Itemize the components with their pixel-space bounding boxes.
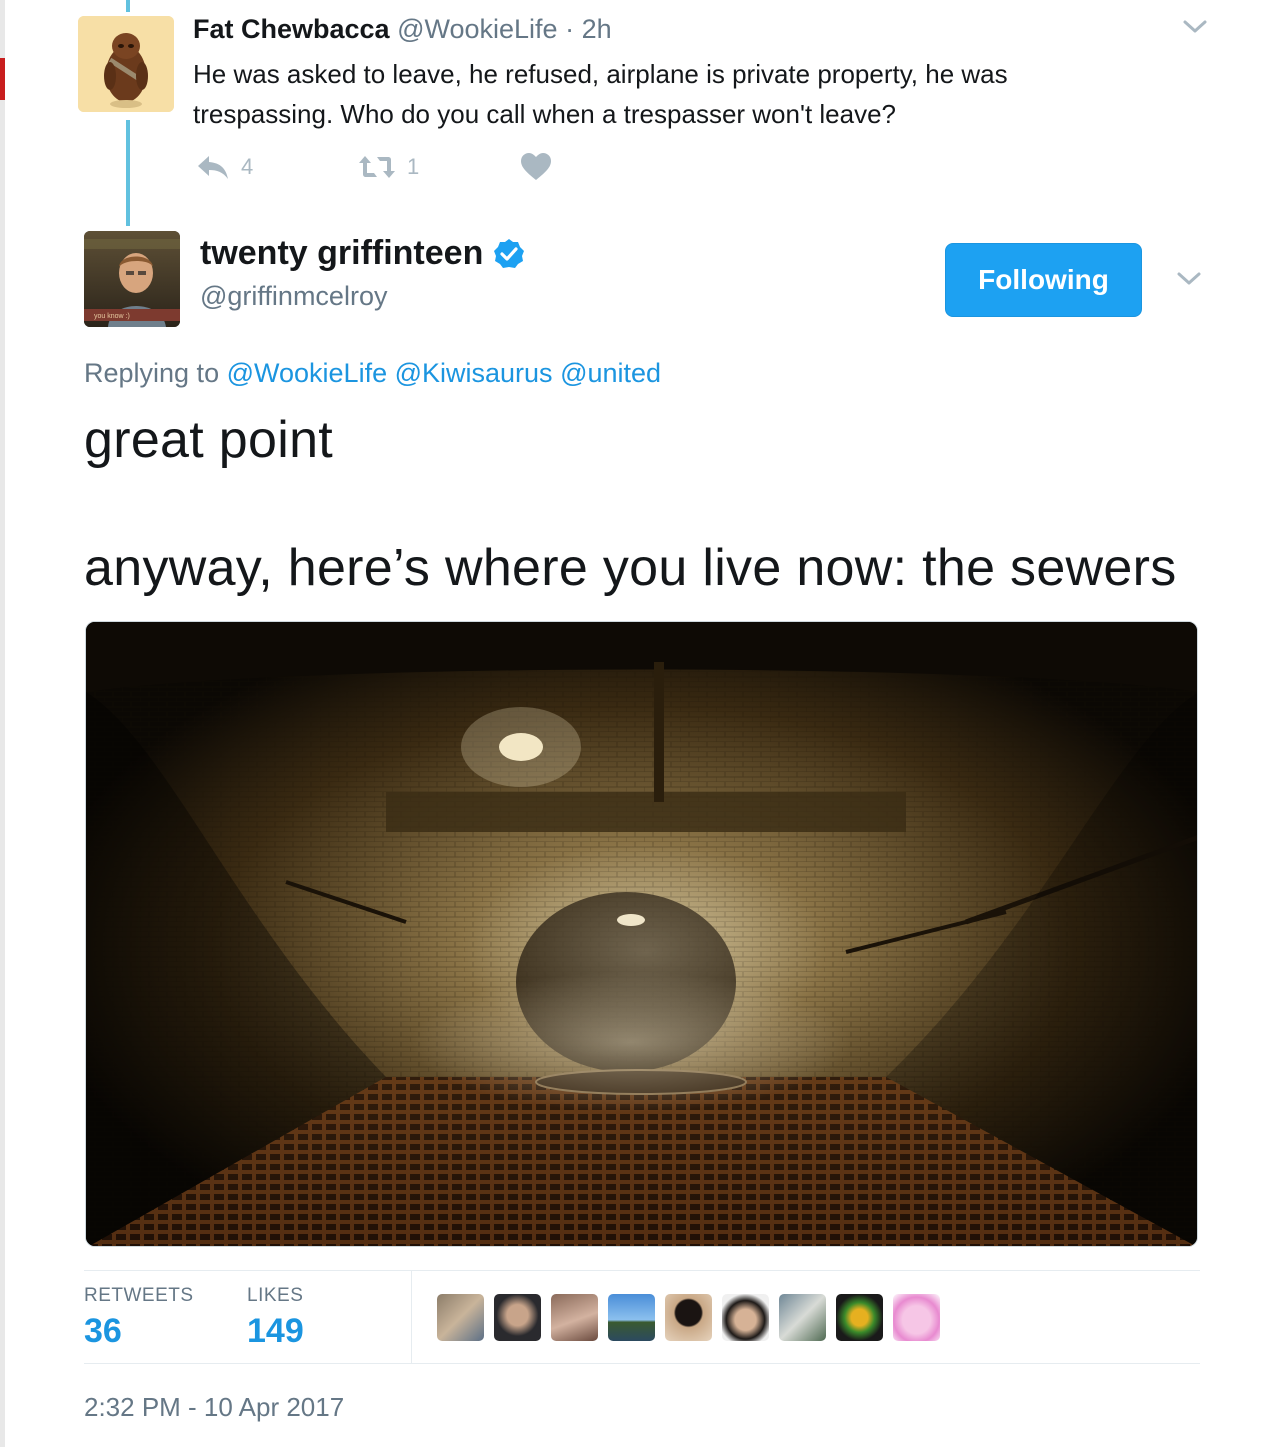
mention-link[interactable]: @united bbox=[560, 358, 661, 388]
retweet-count: 1 bbox=[407, 154, 420, 179]
liker-avatar[interactable] bbox=[437, 1294, 484, 1341]
retweets-label: RETWEETS bbox=[84, 1285, 194, 1306]
liker-avatar[interactable] bbox=[779, 1294, 826, 1341]
heart-icon bbox=[521, 153, 551, 180]
svg-text:you know :): you know :) bbox=[94, 313, 130, 320]
tweet-timestamp[interactable]: 2:32 PM - 10 Apr 2017 bbox=[84, 1392, 344, 1423]
mention-link[interactable]: @WookieLife bbox=[227, 358, 387, 388]
liker-avatar[interactable] bbox=[722, 1294, 769, 1341]
reply-author-handle[interactable]: @WookieLife bbox=[397, 14, 557, 44]
reply-header: Fat Chewbacca @WookieLife · 2h bbox=[193, 14, 612, 45]
chewbacca-avatar-image bbox=[78, 16, 174, 112]
stats-divider-bottom bbox=[84, 1363, 1200, 1364]
reply-action[interactable]: 4 bbox=[195, 152, 253, 182]
sewer-tunnel-image bbox=[86, 622, 1197, 1246]
main-avatar[interactable]: you know :) bbox=[84, 231, 180, 327]
reply-author-name[interactable]: Fat Chewbacca bbox=[193, 14, 390, 44]
following-button[interactable]: Following bbox=[945, 243, 1142, 317]
tweet-media-image[interactable] bbox=[85, 621, 1198, 1247]
stats-divider-vertical bbox=[411, 1271, 412, 1363]
liker-avatar[interactable] bbox=[494, 1294, 541, 1341]
reply-icon bbox=[198, 156, 228, 179]
liker-avatar[interactable] bbox=[665, 1294, 712, 1341]
reply-count: 4 bbox=[241, 154, 254, 179]
liker-avatar[interactable] bbox=[551, 1294, 598, 1341]
reply-time[interactable]: 2h bbox=[582, 14, 612, 44]
likes-count[interactable]: 149 bbox=[247, 1312, 304, 1351]
stats-divider-top bbox=[84, 1270, 1200, 1271]
main-author-name[interactable]: twenty griffinteen bbox=[200, 234, 525, 273]
thread-line-bottom bbox=[126, 120, 130, 226]
griffin-avatar-image: you know :) bbox=[84, 231, 180, 327]
window-edge-accent bbox=[0, 58, 5, 100]
main-author-name-text: twenty griffinteen bbox=[200, 234, 484, 272]
reply-text-line: He was asked to leave, he refused, airpl… bbox=[193, 59, 1008, 89]
verified-badge-icon bbox=[494, 238, 525, 268]
liker-avatar[interactable] bbox=[608, 1294, 655, 1341]
thread-line-top bbox=[126, 0, 130, 12]
like-action[interactable] bbox=[520, 152, 552, 182]
retweet-action[interactable]: 1 bbox=[357, 152, 419, 182]
chevron-down-icon[interactable] bbox=[1174, 268, 1204, 288]
mention-link[interactable]: @Kiwisaurus bbox=[395, 358, 553, 388]
tweet-text-line: great point bbox=[84, 411, 334, 469]
main-author-handle[interactable]: @griffinmcelroy bbox=[200, 281, 387, 312]
liker-avatar[interactable] bbox=[893, 1294, 940, 1341]
likers-avatars bbox=[437, 1294, 940, 1341]
window-edge bbox=[0, 0, 5, 1447]
reply-text: He was asked to leave, he refused, airpl… bbox=[193, 54, 1153, 134]
retweet-icon bbox=[359, 156, 395, 178]
reply-text-line: trespassing. Who do you call when a tres… bbox=[193, 99, 897, 129]
replying-prefix: Replying to bbox=[84, 358, 220, 388]
reply-separator: · bbox=[565, 14, 575, 44]
retweets-count[interactable]: 36 bbox=[84, 1312, 122, 1351]
chevron-down-icon[interactable] bbox=[1180, 16, 1210, 36]
replying-to: Replying to @WookieLife @Kiwisaurus @uni… bbox=[84, 358, 661, 389]
liker-avatar[interactable] bbox=[836, 1294, 883, 1341]
reply-avatar[interactable] bbox=[78, 16, 174, 112]
likes-label: LIKES bbox=[247, 1285, 304, 1306]
tweet-text-line: anyway, here’s where you live now: the s… bbox=[84, 539, 1177, 597]
